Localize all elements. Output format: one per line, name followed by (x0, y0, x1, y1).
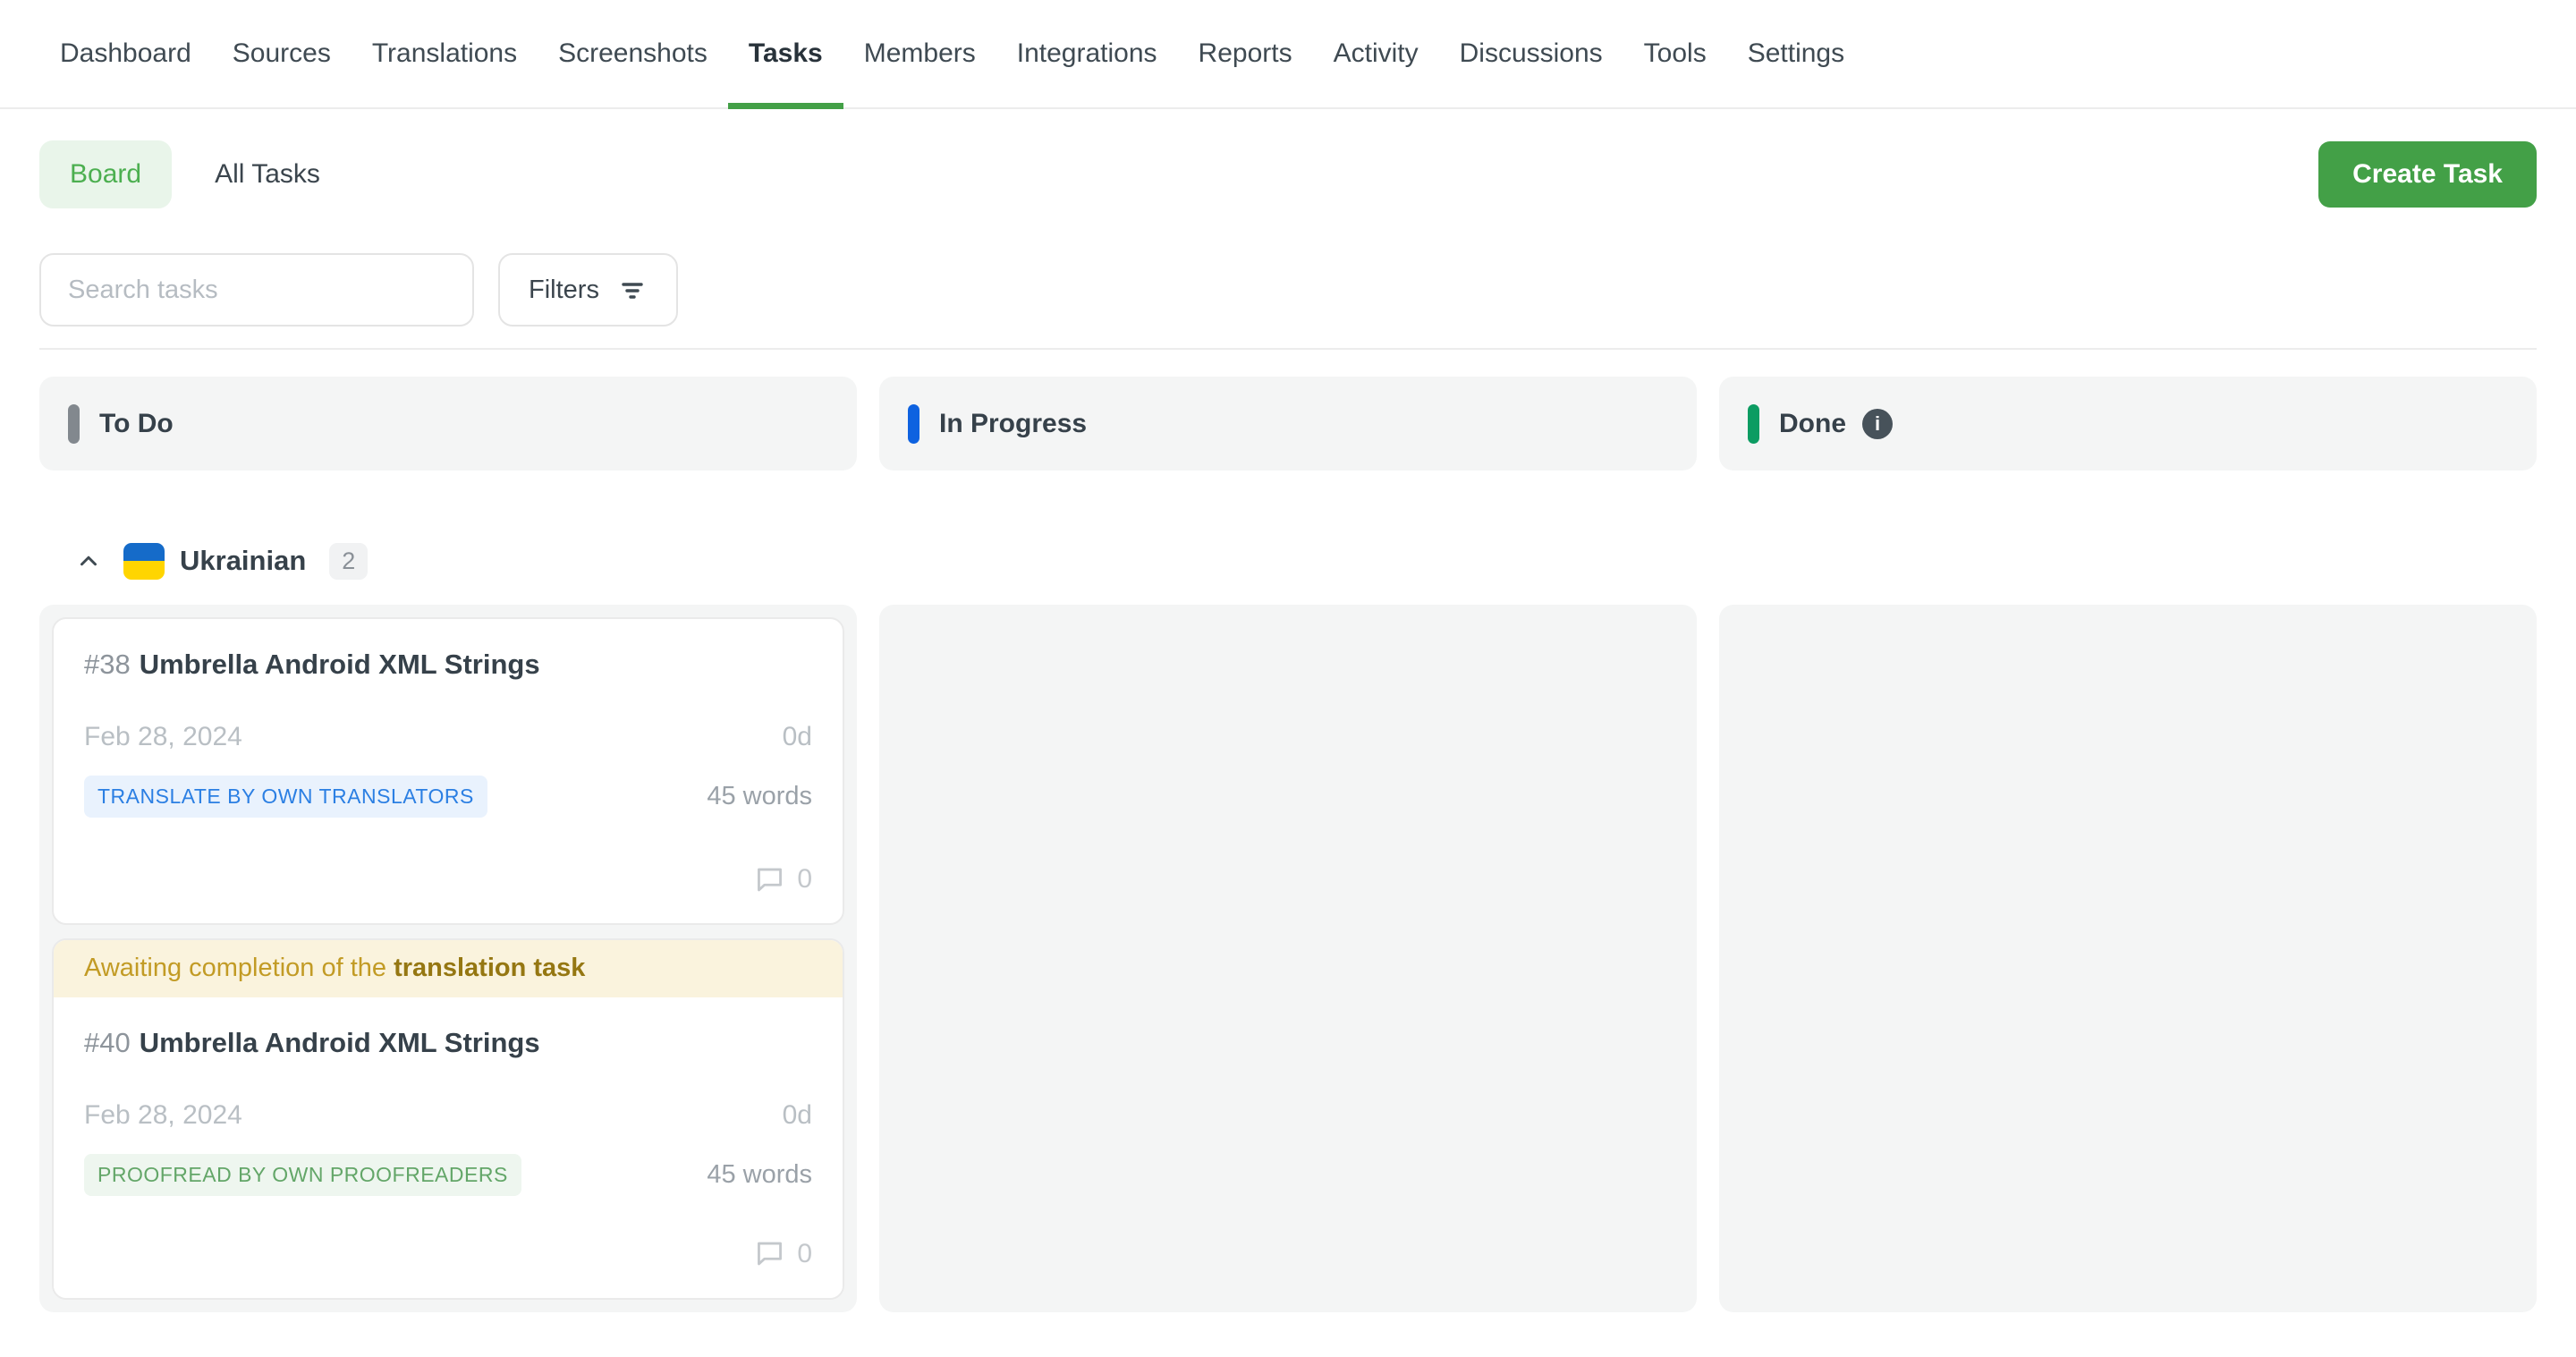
board-columns: #38 Umbrella Android XML Strings Feb 28, … (39, 605, 2537, 1312)
ukraine-flag-icon (123, 543, 165, 580)
task-due: 0d (783, 722, 812, 752)
nav-item-tools[interactable]: Tools (1623, 0, 1727, 107)
nav-item-sources[interactable]: Sources (212, 0, 352, 107)
section-divider (39, 348, 2537, 350)
task-meta-row: Feb 28, 2024 0d (84, 1100, 812, 1131)
task-badge-row: PROOFREAD BY OWN PROOFREADERS 45 words (84, 1154, 812, 1196)
task-word-count: 45 words (707, 782, 812, 811)
nav-item-activity[interactable]: Activity (1313, 0, 1439, 107)
comment-bubble-icon (755, 866, 784, 894)
nav-item-discussions[interactable]: Discussions (1439, 0, 1623, 107)
board-column-headers: To Do In Progress Done i (39, 377, 2537, 471)
banner-link-text[interactable]: translation task (394, 954, 585, 982)
search-input[interactable] (39, 253, 474, 327)
column-header-label: In Progress (939, 409, 1087, 439)
column-in-progress (879, 605, 1697, 1312)
language-group-label: Ukrainian (180, 545, 306, 577)
nav-item-screenshots[interactable]: Screenshots (538, 0, 728, 107)
task-id: #40 (84, 1027, 131, 1058)
task-name: Umbrella Android XML Strings (140, 1027, 540, 1058)
task-card[interactable]: #40 Umbrella Android XML Strings Feb 28, … (54, 997, 843, 1298)
nav-item-settings[interactable]: Settings (1727, 0, 1865, 107)
banner-text: Awaiting completion of the (84, 954, 394, 982)
filters-button-label: Filters (529, 276, 599, 305)
task-card-group: Awaiting completion of the translation t… (52, 938, 844, 1300)
filter-bar: Filters (39, 253, 2537, 327)
column-header-label: Done (1779, 409, 1846, 439)
task-name: Umbrella Android XML Strings (140, 649, 540, 680)
nav-item-tasks[interactable]: Tasks (728, 0, 843, 107)
nav-item-members[interactable]: Members (843, 0, 996, 107)
create-task-button[interactable]: Create Task (2318, 141, 2537, 208)
language-task-count-badge: 2 (329, 543, 368, 580)
task-footer: 0 (84, 864, 812, 895)
comment-bubble-icon (755, 1240, 784, 1268)
nav-item-dashboard[interactable]: Dashboard (39, 0, 212, 107)
done-status-bar-icon (1748, 404, 1759, 444)
project-nav: Dashboard Sources Translations Screensho… (0, 0, 2576, 109)
nav-item-translations[interactable]: Translations (352, 0, 538, 107)
column-done (1719, 605, 2537, 1312)
nav-item-integrations[interactable]: Integrations (996, 0, 1178, 107)
filters-button[interactable]: Filters (498, 253, 678, 327)
task-id: #38 (84, 649, 131, 680)
task-meta-row: Feb 28, 2024 0d (84, 722, 812, 752)
task-date: Feb 28, 2024 (84, 1100, 242, 1131)
task-footer: 0 (84, 1239, 812, 1269)
task-badge-row: TRANSLATE BY OWN TRANSLATORS 45 words (84, 776, 812, 818)
collapse-group-button[interactable] (75, 547, 102, 574)
task-due: 0d (783, 1100, 812, 1131)
task-word-count: 45 words (707, 1160, 812, 1190)
tab-board[interactable]: Board (39, 140, 172, 208)
language-group-header: Ukrainian 2 (39, 540, 2537, 581)
chevron-up-icon (75, 547, 102, 574)
filter-lines-icon (617, 275, 648, 305)
task-card[interactable]: #38 Umbrella Android XML Strings Feb 28, … (52, 617, 844, 925)
workflow-step-badge: TRANSLATE BY OWN TRANSLATORS (84, 776, 487, 818)
view-toolbar: Board All Tasks Create Task (39, 140, 2537, 208)
comment-count: 0 (797, 1239, 812, 1269)
column-header-done: Done i (1719, 377, 2537, 471)
task-title-row: #38 Umbrella Android XML Strings (84, 648, 812, 683)
column-todo: #38 Umbrella Android XML Strings Feb 28, … (39, 605, 857, 1312)
tasks-page: Board All Tasks Create Task Filters To D… (0, 140, 2576, 1312)
tab-all-tasks[interactable]: All Tasks (184, 140, 351, 208)
workflow-step-badge: PROOFREAD BY OWN PROOFREADERS (84, 1154, 521, 1196)
column-header-label: To Do (99, 409, 174, 439)
column-header-in-progress: In Progress (879, 377, 1697, 471)
awaiting-banner: Awaiting completion of the translation t… (54, 940, 843, 997)
comment-count: 0 (797, 864, 812, 895)
task-title-row: #40 Umbrella Android XML Strings (84, 1026, 812, 1061)
task-date: Feb 28, 2024 (84, 722, 242, 752)
in-progress-status-bar-icon (908, 404, 919, 444)
todo-status-bar-icon (68, 404, 80, 444)
column-header-todo: To Do (39, 377, 857, 471)
info-icon[interactable]: i (1862, 409, 1893, 439)
nav-item-reports[interactable]: Reports (1178, 0, 1313, 107)
